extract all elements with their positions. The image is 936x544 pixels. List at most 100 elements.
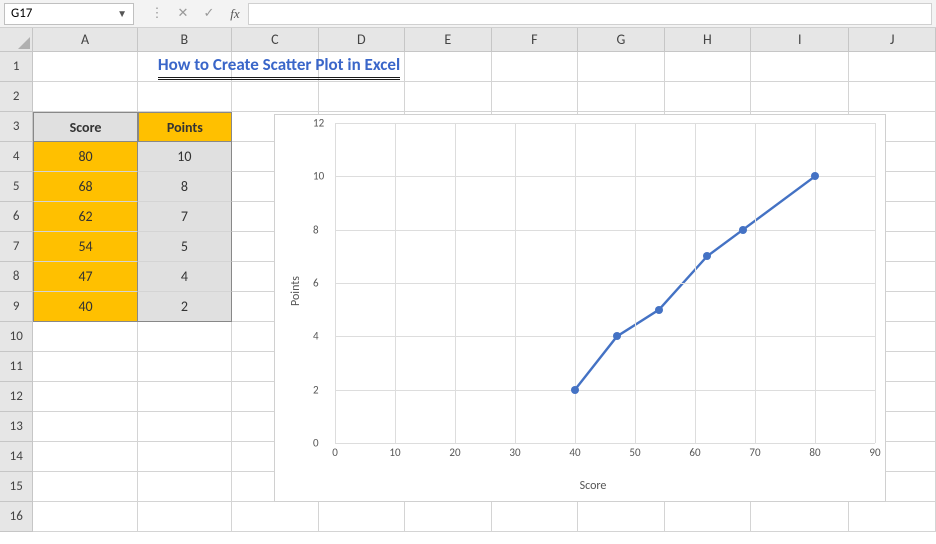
y-tick: 6 <box>313 277 319 290</box>
cell[interactable] <box>138 442 232 472</box>
cell[interactable] <box>319 52 406 82</box>
row-header[interactable]: 10 <box>0 322 33 352</box>
cell[interactable] <box>232 82 319 112</box>
row-header[interactable]: 7 <box>0 232 33 262</box>
cell[interactable]: 10 <box>138 142 232 172</box>
cell[interactable] <box>751 82 849 112</box>
select-all-corner[interactable] <box>0 28 33 51</box>
cell[interactable] <box>138 382 232 412</box>
cell[interactable] <box>33 322 137 352</box>
y-tick: 0 <box>313 437 319 450</box>
x-tick: 90 <box>869 446 880 459</box>
row-header[interactable]: 6 <box>0 202 33 232</box>
row-header[interactable]: 16 <box>0 502 33 532</box>
gridline-v <box>695 123 696 443</box>
cell[interactable] <box>849 52 936 82</box>
cell[interactable] <box>138 52 232 82</box>
cell[interactable]: 7 <box>138 202 232 232</box>
cell[interactable] <box>33 52 137 82</box>
cell[interactable]: 40 <box>33 292 137 322</box>
cell[interactable]: 54 <box>33 232 137 262</box>
col-header-j[interactable]: J <box>849 28 936 51</box>
col-header-h[interactable]: H <box>665 28 752 51</box>
y-tick: 10 <box>313 170 324 183</box>
cell[interactable] <box>578 502 665 532</box>
row-header[interactable]: 5 <box>0 172 33 202</box>
cell[interactable] <box>33 472 137 502</box>
gridline-v <box>335 123 336 443</box>
cell[interactable] <box>33 442 137 472</box>
gridline-h <box>335 230 875 231</box>
cell[interactable] <box>492 502 579 532</box>
cell[interactable] <box>138 82 232 112</box>
chevron-down-icon[interactable]: ▼ <box>117 7 127 20</box>
gridline-h <box>335 123 875 124</box>
cell[interactable] <box>405 82 492 112</box>
cell[interactable]: 5 <box>138 232 232 262</box>
formula-input[interactable] <box>248 3 932 25</box>
cell[interactable] <box>492 52 579 82</box>
cell[interactable] <box>138 352 232 382</box>
cell[interactable] <box>138 502 232 532</box>
row-header[interactable]: 3 <box>0 112 33 142</box>
cell[interactable] <box>492 82 579 112</box>
col-header-a[interactable]: A <box>33 28 137 51</box>
scatter-chart[interactable]: Points 0246810120102030405060708090 Scor… <box>274 114 886 502</box>
cell[interactable] <box>138 472 232 502</box>
col-header-i[interactable]: I <box>751 28 849 51</box>
cell[interactable] <box>665 82 752 112</box>
gridline-h <box>335 390 875 391</box>
cell[interactable] <box>232 52 319 82</box>
col-header-e[interactable]: E <box>405 28 492 51</box>
cell[interactable]: 4 <box>138 262 232 292</box>
row-header[interactable]: 13 <box>0 412 33 442</box>
cell[interactable]: Score <box>33 112 137 142</box>
row-header[interactable]: 2 <box>0 82 33 112</box>
cell[interactable] <box>33 382 137 412</box>
cell[interactable] <box>405 502 492 532</box>
row-header[interactable]: 8 <box>0 262 33 292</box>
cell[interactable] <box>665 502 752 532</box>
row-header[interactable]: 4 <box>0 142 33 172</box>
cell[interactable] <box>405 52 492 82</box>
cell[interactable] <box>33 502 137 532</box>
cell[interactable] <box>751 52 849 82</box>
cell[interactable] <box>751 502 849 532</box>
cell[interactable] <box>138 322 232 352</box>
row-header[interactable]: 9 <box>0 292 33 322</box>
data-point <box>811 172 819 180</box>
cell[interactable] <box>33 82 137 112</box>
cell[interactable]: 80 <box>33 142 137 172</box>
cell[interactable] <box>849 502 936 532</box>
cell[interactable] <box>319 82 406 112</box>
cell[interactable] <box>578 52 665 82</box>
col-header-c[interactable]: C <box>232 28 319 51</box>
cell[interactable]: 68 <box>33 172 137 202</box>
data-point <box>739 226 747 234</box>
col-header-b[interactable]: B <box>138 28 232 51</box>
cancel-icon: ✕ <box>170 3 196 25</box>
cell[interactable]: Points <box>138 112 232 142</box>
name-box[interactable]: G17 ▼ <box>4 3 134 25</box>
cell[interactable] <box>33 352 137 382</box>
cell[interactable] <box>138 412 232 442</box>
cell[interactable]: 47 <box>33 262 137 292</box>
row-header[interactable]: 1 <box>0 52 33 82</box>
cell[interactable] <box>849 82 936 112</box>
row-header[interactable]: 11 <box>0 352 33 382</box>
fx-icon[interactable]: fx <box>222 3 248 25</box>
cell[interactable] <box>319 502 406 532</box>
cell[interactable] <box>578 82 665 112</box>
cell[interactable]: 8 <box>138 172 232 202</box>
cell[interactable] <box>232 502 319 532</box>
cell[interactable] <box>665 52 752 82</box>
cell[interactable]: 2 <box>138 292 232 322</box>
row-header[interactable]: 12 <box>0 382 33 412</box>
col-header-d[interactable]: D <box>319 28 406 51</box>
row-header[interactable]: 15 <box>0 472 33 502</box>
cell[interactable]: 62 <box>33 202 137 232</box>
row-header[interactable]: 14 <box>0 442 33 472</box>
col-header-f[interactable]: F <box>492 28 579 51</box>
col-header-g[interactable]: G <box>578 28 665 51</box>
cell[interactable] <box>33 412 137 442</box>
